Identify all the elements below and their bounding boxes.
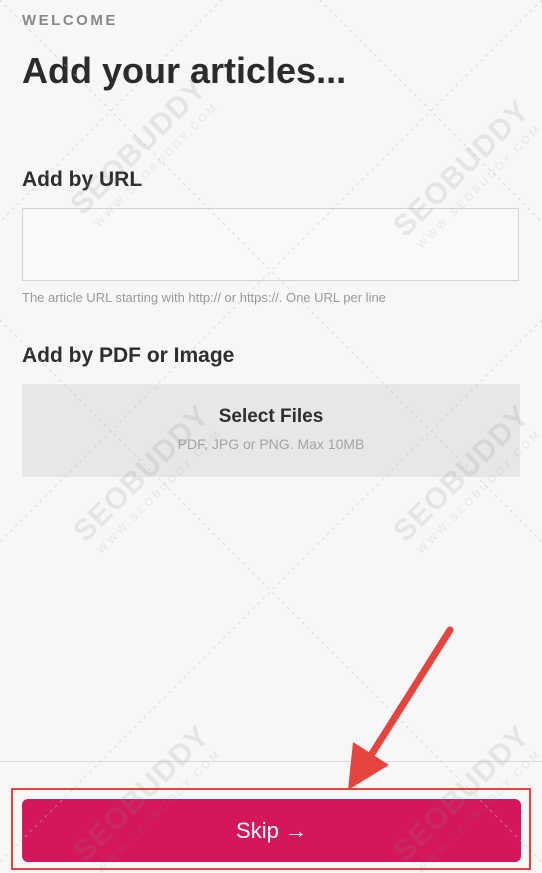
footer-divider: [0, 761, 542, 762]
url-hint: The article URL starting with http:// or…: [22, 290, 386, 305]
url-input[interactable]: [22, 208, 519, 281]
select-files-label: Select Files: [218, 406, 324, 427]
page-title: Add your articles...: [22, 50, 347, 91]
add-by-file-heading: Add by PDF or Image: [22, 344, 235, 367]
file-types-hint: PDF, JPG or PNG. Max 10MB: [177, 436, 365, 452]
skip-button[interactable]: Skip →: [22, 799, 521, 862]
welcome-label: WELCOME: [22, 12, 118, 29]
add-by-url-heading: Add by URL: [22, 168, 143, 191]
file-dropzone[interactable]: Select Files PDF, JPG or PNG. Max 10MB: [22, 384, 520, 477]
